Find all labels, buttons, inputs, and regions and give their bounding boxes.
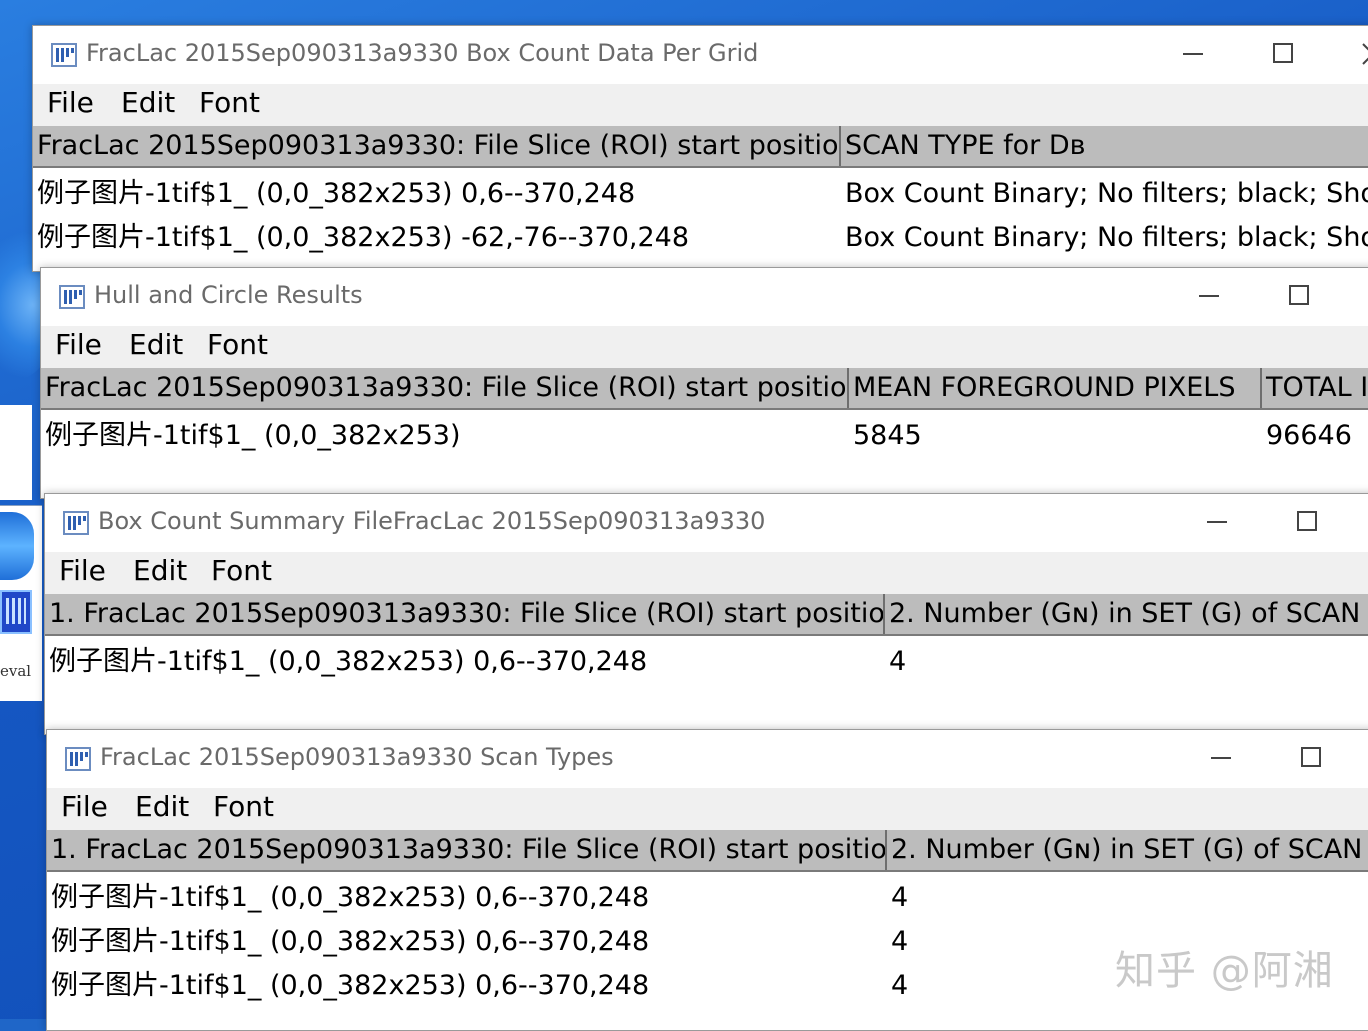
imagej-app-icon (51, 43, 77, 67)
table-cell: 例子图片-1tif$1_ (0,0_382x253) -62,-76--370,… (37, 222, 690, 253)
title-bar[interactable]: FracLac 2015Sep090313a9330 Box Count Dat… (33, 26, 1368, 84)
minimize-icon[interactable] (1197, 504, 1237, 540)
menu-bar: File Edit Font (33, 84, 1368, 126)
title-bar[interactable]: Box Count Summary FileFracLac 2015Sep090… (45, 494, 1368, 552)
menu-font[interactable]: Font (207, 328, 268, 361)
table-cell: Box Count Binary; No filters; black; Sho… (845, 178, 1368, 209)
minimize-icon[interactable] (1189, 278, 1229, 314)
menu-font[interactable]: Font (213, 790, 274, 823)
menu-bar: File Edit Font (47, 788, 1368, 830)
menu-file[interactable]: File (47, 86, 94, 119)
table-body: 例子图片-1tif$1_ (0,0_382x253) 5845 96646 (41, 410, 1368, 498)
column-header-scan-type[interactable]: SCAN TYPE for Dʙ (841, 126, 1368, 166)
menu-edit[interactable]: Edit (133, 554, 187, 587)
table-row[interactable]: 例子图片-1tif$1_ (0,0_382x253) 0,6--370,248 … (47, 876, 1368, 920)
menu-edit[interactable]: Edit (121, 86, 175, 119)
table-cell: 例子图片-1tif$1_ (0,0_382x253) 0,6--370,248 (51, 926, 650, 957)
table-row[interactable]: 例子图片-1tif$1_ (0,0_382x253) 5845 96646 (41, 414, 1368, 458)
table-row[interactable]: 例子图片-1tif$1_ (0,0_382x253) 0,6--370,248 … (33, 172, 1368, 216)
menu-bar: File Edit Font (45, 552, 1368, 594)
menu-bar: File Edit Font (41, 326, 1368, 368)
minimize-icon[interactable] (1201, 740, 1241, 776)
close-icon[interactable] (1353, 36, 1368, 72)
table-header: FracLac 2015Sep090313a9330: File Slice (… (41, 368, 1368, 410)
menu-edit[interactable]: Edit (129, 328, 183, 361)
column-header-number-in-set[interactable]: 2. Number (Gɴ) in SET (G) of SCAN P (885, 594, 1368, 634)
menu-font[interactable]: Font (199, 86, 260, 119)
column-header-file-slice[interactable]: 1. FracLac 2015Sep090313a9330: File Slic… (47, 830, 887, 870)
table-cell: 例子图片-1tif$1_ (0,0_382x253) 0,6--370,248 (51, 882, 650, 913)
maximize-icon[interactable] (1291, 740, 1331, 776)
menu-file[interactable]: File (61, 790, 108, 823)
background-app-window[interactable]: eval (0, 505, 42, 701)
watermark-text: 知乎 @阿湘 (1115, 948, 1334, 994)
minimize-icon[interactable] (1173, 36, 1213, 72)
background-app-image (0, 512, 34, 580)
menu-edit[interactable]: Edit (135, 790, 189, 823)
background-app-label: eval (0, 662, 32, 680)
title-bar[interactable]: FracLac 2015Sep090313a9330 Scan Types (47, 730, 1368, 788)
window-title: Hull and Circle Results (94, 281, 363, 309)
table-cell: Box Count Binary; No filters; black; Sho… (845, 222, 1368, 253)
table-cell: 4 (891, 882, 909, 913)
table-cell: 例子图片-1tif$1_ (0,0_382x253) 0,6--370,248 (37, 178, 636, 209)
column-header-file-slice[interactable]: FracLac 2015Sep090313a9330: File Slice (… (33, 126, 841, 166)
table-cell: 4 (889, 646, 907, 677)
window-box-count-data-per-grid[interactable]: FracLac 2015Sep090313a9330 Box Count Dat… (32, 25, 1368, 272)
imagej-app-icon (65, 747, 91, 771)
column-header-file-slice[interactable]: 1. FracLac 2015Sep090313a9330: File Slic… (45, 594, 885, 634)
imagej-app-icon (63, 511, 89, 535)
window-box-count-summary-file[interactable]: Box Count Summary FileFracLac 2015Sep090… (44, 493, 1368, 735)
table-cell: 例子图片-1tif$1_ (0,0_382x253) 0,6--370,248 (49, 646, 648, 677)
table-header: FracLac 2015Sep090313a9330: File Slice (… (33, 126, 1368, 168)
table-cell: 例子图片-1tif$1_ (0,0_382x253) (45, 420, 461, 451)
menu-file[interactable]: File (55, 328, 102, 361)
table-cell: 5845 (853, 420, 922, 451)
window-title: FracLac 2015Sep090313a9330 Box Count Dat… (86, 39, 759, 67)
window-hull-and-circle-results[interactable]: Hull and Circle Results File Edit Font F… (40, 267, 1368, 499)
maximize-icon[interactable] (1263, 36, 1303, 72)
table-row[interactable]: 例子图片-1tif$1_ (0,0_382x253) -62,-76--370,… (33, 216, 1368, 260)
column-header-total[interactable]: TOTAL I (1262, 368, 1368, 408)
window-title: Box Count Summary FileFracLac 2015Sep090… (98, 507, 766, 535)
table-header: 1. FracLac 2015Sep090313a9330: File Slic… (47, 830, 1368, 872)
menu-font[interactable]: Font (211, 554, 272, 587)
table-body: 例子图片-1tif$1_ (0,0_382x253) 0,6--370,248 … (45, 636, 1368, 734)
column-header-file-slice[interactable]: FracLac 2015Sep090313a9330: File Slice (… (41, 368, 849, 408)
table-body: 例子图片-1tif$1_ (0,0_382x253) 0,6--370,248 … (33, 168, 1368, 271)
title-bar[interactable]: Hull and Circle Results (41, 268, 1368, 326)
table-row[interactable]: 例子图片-1tif$1_ (0,0_382x253) 0,6--370,248 … (45, 640, 1368, 684)
background-app-toolbar-icon[interactable] (0, 590, 32, 634)
maximize-icon[interactable] (1279, 278, 1319, 314)
imagej-app-icon (59, 285, 85, 309)
table-header: 1. FracLac 2015Sep090313a9330: File Slic… (45, 594, 1368, 636)
column-header-mean-foreground-pixels[interactable]: MEAN FOREGROUND PIXELS (849, 368, 1262, 408)
column-header-number-in-set[interactable]: 2. Number (Gɴ) in SET (G) of SCAN P (887, 830, 1368, 870)
background-window-fragment (0, 405, 32, 500)
maximize-icon[interactable] (1287, 504, 1327, 540)
menu-file[interactable]: File (59, 554, 106, 587)
table-cell: 例子图片-1tif$1_ (0,0_382x253) 0,6--370,248 (51, 970, 650, 1001)
window-title: FracLac 2015Sep090313a9330 Scan Types (100, 743, 614, 771)
table-cell: 96646 (1266, 420, 1352, 451)
